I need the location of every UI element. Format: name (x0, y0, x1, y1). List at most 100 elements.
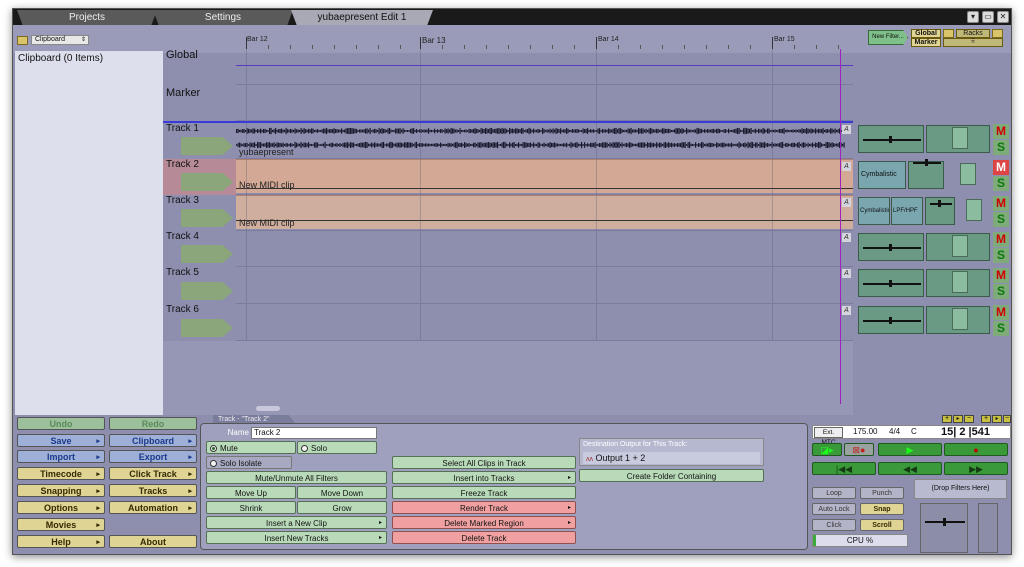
track-lane-5[interactable]: A (236, 267, 853, 304)
automation-icon[interactable]: A (842, 198, 851, 207)
undo-button[interactable]: Undo (17, 417, 105, 430)
track-input-arrow[interactable] (181, 282, 233, 300)
track-lane-4[interactable]: A (236, 231, 853, 267)
volume-filter[interactable] (858, 306, 924, 334)
track-input-arrow[interactable] (181, 245, 233, 263)
global-lane-header[interactable]: Global (163, 49, 236, 85)
movies-button[interactable]: Movies ▸ (17, 518, 105, 531)
automation-icon[interactable]: A (842, 162, 851, 171)
filter-slot[interactable]: LPF/HPF (891, 197, 923, 225)
select-all-clips-button[interactable]: Select All Clips in Track (392, 456, 576, 469)
marker-expand-icon[interactable]: ⠿ (943, 38, 1003, 47)
fader-knob[interactable] (889, 136, 892, 143)
mute-button[interactable]: M (993, 232, 1009, 247)
auto-lock-button[interactable]: Auto Lock (812, 503, 856, 515)
solo-button[interactable]: S (993, 321, 1009, 336)
restore-icon[interactable]: ▭ (982, 11, 994, 23)
redo-button[interactable]: Redo (109, 417, 197, 430)
solo-isolate-radio[interactable]: Solo Isolate (206, 456, 292, 469)
panel-resize-handle[interactable] (256, 406, 280, 411)
master-fader-knob[interactable] (943, 518, 946, 526)
mute-radio[interactable]: Mute (206, 441, 296, 454)
key-display[interactable]: C (911, 427, 917, 436)
track-rack-3[interactable]: Cymbalistic LPF/HPF M S (856, 196, 1011, 228)
track-rack-5[interactable]: MS (856, 268, 1011, 300)
mute-button[interactable]: M (993, 196, 1009, 211)
track-input-arrow[interactable] (181, 173, 233, 191)
volume-filter[interactable] (925, 197, 955, 225)
menu-icon[interactable]: ▾ (967, 11, 979, 23)
click-track-button[interactable]: Click Track ▸ (109, 467, 197, 480)
insert-into-tracks-button[interactable]: Insert into Tracks ▸ (392, 471, 576, 484)
record-arm-button[interactable]: ⊠● (844, 443, 874, 456)
empty-track-area[interactable] (163, 341, 853, 415)
racks-toggle-icon[interactable] (992, 29, 1003, 38)
tracks-button[interactable]: Tracks ▸ (109, 484, 197, 497)
timeline-ruler[interactable]: Bar 12 Bar 13 Bar 14 Bar 15 (236, 33, 853, 49)
plus-icon[interactable]: + (942, 415, 952, 423)
tab-settings[interactable]: Settings (153, 10, 293, 25)
global-button[interactable]: Global (911, 29, 941, 38)
tab-edit[interactable]: yubaepresent Edit 1 (291, 10, 433, 25)
filter-slot[interactable]: Cymbalistic (858, 197, 890, 225)
record-mode-button[interactable]: ◪▸ (812, 443, 842, 456)
delete-marked-region-button[interactable]: Delete Marked Region ▸ (392, 516, 576, 529)
minus-icon[interactable]: − (1003, 415, 1011, 423)
clipboard-selector[interactable]: Clipboard ⇕ (31, 35, 89, 45)
solo-button[interactable]: S (993, 284, 1009, 299)
track-lane-6[interactable]: A (236, 304, 853, 341)
expand-icon[interactable]: ▸ (992, 415, 1002, 423)
punch-button[interactable]: Punch (860, 487, 904, 499)
marker-lane[interactable] (236, 85, 853, 121)
solo-radio[interactable]: Solo (297, 441, 377, 454)
track-rack-2[interactable]: Cymbalistic M S (856, 159, 1011, 192)
track-header-3[interactable]: Track 3 (163, 195, 236, 231)
clipboard-button[interactable]: Clipboard ▸ (109, 434, 197, 447)
snap-button[interactable]: Snap (860, 503, 904, 515)
master-fader[interactable] (920, 503, 968, 553)
midi-clip[interactable]: New MIDI clip A (236, 195, 853, 229)
marker-lane-header[interactable]: Marker (163, 85, 236, 121)
automation-icon[interactable]: A (842, 125, 851, 134)
midi-clip[interactable]: New MIDI clip A (236, 159, 853, 193)
grow-button[interactable]: Grow (297, 501, 387, 514)
expand-icon[interactable]: ▸ (953, 415, 963, 423)
fader-knob[interactable] (938, 200, 941, 207)
position-display[interactable]: 15| 2 |541 (941, 426, 990, 438)
volume-filter[interactable] (858, 233, 924, 261)
new-filter-button[interactable]: New Filter... (868, 30, 908, 45)
track-header-1[interactable]: Track 1 (163, 123, 236, 159)
fader-knob[interactable] (889, 280, 892, 287)
save-button[interactable]: Save ▸ (17, 434, 105, 447)
tempo-display[interactable]: 175.00 (853, 427, 877, 436)
render-track-button[interactable]: Render Track ▸ (392, 501, 576, 514)
track-input-arrow[interactable] (181, 209, 233, 227)
mute-button[interactable]: M (993, 160, 1009, 175)
solo-button[interactable]: S (993, 248, 1009, 263)
solo-button[interactable]: S (993, 212, 1009, 227)
automation-icon[interactable]: A (842, 306, 851, 315)
track-input-arrow[interactable] (181, 137, 233, 155)
tab-projects[interactable]: Projects (17, 10, 157, 25)
audio-waveform[interactable] (236, 125, 853, 157)
solo-button[interactable]: S (993, 140, 1009, 155)
volume-filter[interactable] (858, 125, 924, 153)
volume-filter[interactable] (908, 159, 944, 189)
racks-button[interactable]: Racks (956, 29, 990, 38)
volume-filter[interactable] (858, 269, 924, 297)
track-rack-6[interactable]: MS (856, 305, 1011, 337)
marker-button[interactable]: Marker (911, 38, 941, 47)
track-header-4[interactable]: Track 4 (163, 231, 236, 267)
filter-slot[interactable]: Cymbalistic (858, 161, 906, 189)
loop-button[interactable]: Loop (812, 487, 856, 499)
insert-clip-button[interactable]: Insert a New Clip ▸ (206, 516, 387, 529)
mute-button[interactable]: M (993, 268, 1009, 283)
time-display[interactable]: Ext. MTC 175.00 4/4 C 15| 2 |541 (812, 425, 1011, 446)
delete-track-button[interactable]: Delete Track (392, 531, 576, 544)
solo-button[interactable]: S (993, 176, 1009, 191)
mute-unmute-filters-button[interactable]: Mute/Unmute All Filters (206, 471, 387, 484)
snapping-button[interactable]: Snapping ▸ (17, 484, 105, 497)
track-input-arrow[interactable] (181, 319, 233, 337)
timecode-button[interactable]: Timecode ▸ (17, 467, 105, 480)
mute-button[interactable]: M (993, 124, 1009, 139)
